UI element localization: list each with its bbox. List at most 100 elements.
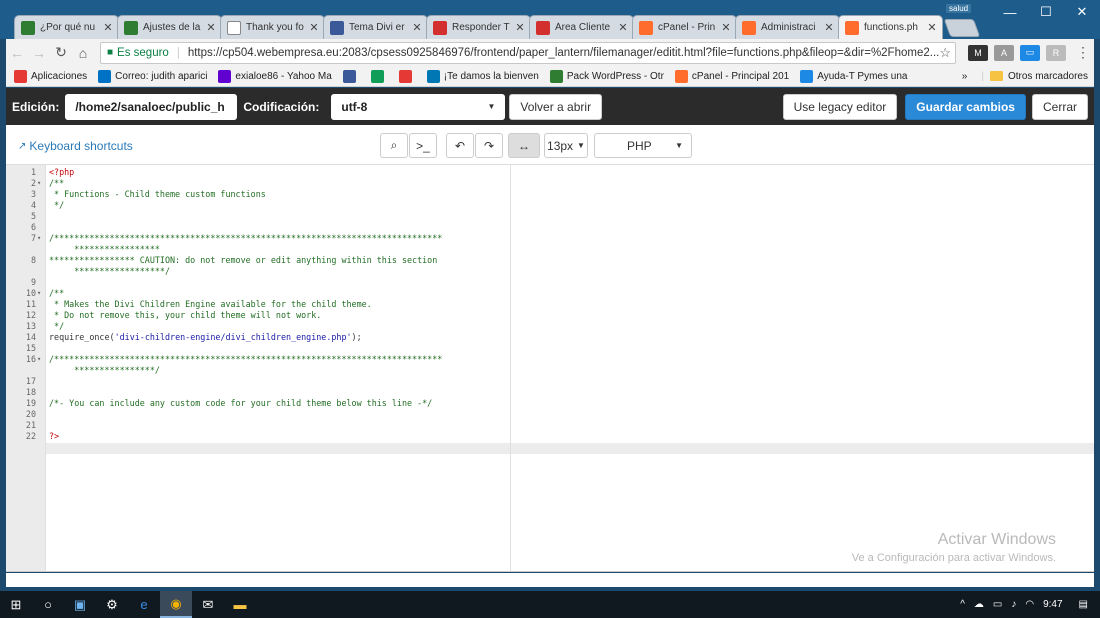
- code-line: 12 * Do not remove this, your child them…: [6, 310, 1094, 321]
- browser-tab[interactable]: ¿Por qué nu ✕: [14, 15, 119, 39]
- back-arrow-icon[interactable]: ←: [6, 45, 28, 61]
- close-tab-icon[interactable]: ✕: [823, 21, 835, 34]
- tab-title: Tema Divi er: [349, 22, 405, 33]
- fold-arrow-icon[interactable]: ▾: [37, 178, 41, 189]
- reopen-button[interactable]: Volver a abrir: [509, 93, 603, 120]
- extension-r-icon[interactable]: R: [1046, 44, 1066, 61]
- line-number: 19: [25, 398, 36, 408]
- browser-tab[interactable]: Thank you fo ✕: [220, 15, 325, 39]
- bookmark-item[interactable]: exialoe86 - Yahoo Ma: [218, 69, 332, 83]
- mode-select[interactable]: PHP ▼: [594, 133, 692, 158]
- bookmark-item[interactable]: Pack WordPress - Otr: [549, 69, 664, 83]
- close-tab-icon[interactable]: ✕: [926, 21, 938, 34]
- close-tab-icon[interactable]: ✕: [720, 21, 732, 34]
- bookmark-item[interactable]: [398, 69, 416, 83]
- settings-gear-icon[interactable]: ⚙: [96, 591, 128, 618]
- browser-toolbar: ← → ↻ ⌂ ■ Es seguro | https://cp504.webe…: [6, 39, 1094, 66]
- wrap-toggle-icon[interactable]: ↔: [508, 133, 540, 158]
- browser-tab[interactable]: cPanel - Prin ✕: [632, 15, 737, 39]
- redo-icon[interactable]: ↷: [475, 133, 503, 158]
- encoding-value: utf-8: [341, 99, 368, 114]
- save-changes-button[interactable]: Guardar cambios: [905, 93, 1026, 120]
- photoshop-icon[interactable]: ▣: [64, 591, 96, 618]
- browser-tab[interactable]: Administraci ✕: [735, 15, 840, 39]
- search-icon[interactable]: ⌕: [380, 133, 408, 158]
- chrome-icon[interactable]: ◉: [160, 591, 192, 618]
- code-text: */: [49, 200, 65, 210]
- file-explorer-icon[interactable]: ▬: [224, 591, 256, 618]
- wifi-icon[interactable]: ◠: [1025, 599, 1034, 610]
- forward-arrow-icon[interactable]: →: [28, 45, 50, 61]
- extension-m-icon[interactable]: M: [968, 44, 988, 61]
- close-tab-icon[interactable]: ✕: [308, 21, 320, 34]
- fold-arrow-icon[interactable]: ▾: [37, 288, 41, 299]
- close-tab-icon[interactable]: ✕: [514, 21, 526, 34]
- bookmark-item[interactable]: cPanel - Principal 201: [674, 69, 789, 83]
- line-number: 22: [25, 431, 36, 441]
- close-window-button[interactable]: ✕: [1064, 0, 1100, 24]
- windows-start-icon[interactable]: ⊞: [0, 591, 32, 618]
- reload-icon[interactable]: ↻: [50, 44, 72, 61]
- fold-arrow-icon[interactable]: ▾: [37, 233, 41, 244]
- code-line: 22 ?>: [6, 431, 1094, 442]
- edge-icon[interactable]: e: [128, 591, 160, 618]
- code-line: 18: [6, 387, 1094, 398]
- fold-arrow-icon[interactable]: ▾: [37, 354, 41, 365]
- code-line: 14 require_once('divi-children-engine/div…: [6, 332, 1094, 343]
- close-tab-icon[interactable]: ✕: [102, 21, 114, 34]
- tab-title: functions.ph: [864, 22, 918, 33]
- ayuda-icon: [800, 69, 814, 83]
- code-editor[interactable]: 1 <?php 2 ▾/** 3 * Functions - Child theme c…: [6, 165, 1094, 572]
- line-number: 9: [30, 277, 36, 287]
- close-button[interactable]: Cerrar: [1031, 93, 1088, 120]
- browser-tab[interactable]: Responder T ✕: [426, 15, 531, 39]
- editor-header: Edición: /home2/sanaloec/public_h Codifi…: [6, 88, 1094, 125]
- home-icon[interactable]: ⌂: [72, 45, 94, 61]
- bookmark-item[interactable]: Aplicaciones: [14, 69, 87, 83]
- extension-translate-icon[interactable]: A: [994, 44, 1014, 61]
- volume-icon[interactable]: ♪: [1011, 599, 1016, 610]
- search-circle-icon[interactable]: ○: [32, 591, 64, 618]
- address-bar[interactable]: ■ Es seguro | https://cp504.webempresa.e…: [100, 41, 956, 64]
- code-line: 21: [6, 420, 1094, 431]
- undo-icon[interactable]: ↶: [446, 133, 474, 158]
- other-bookmarks-link[interactable]: Otros marcadores: [1008, 71, 1088, 82]
- bookmarks-overflow-button[interactable]: »: [962, 71, 968, 82]
- windows-activation-title: Activar Windows: [937, 531, 1056, 548]
- browser-tab[interactable]: Tema Divi er ✕: [323, 15, 428, 39]
- browser-tab[interactable]: Ajustes de la ✕: [117, 15, 222, 39]
- encoding-select[interactable]: utf-8 ▼: [331, 93, 506, 120]
- legacy-editor-button[interactable]: Use legacy editor: [782, 93, 898, 120]
- maximize-button[interactable]: ☐: [1028, 0, 1064, 24]
- extension-card-icon[interactable]: ▭: [1020, 44, 1040, 61]
- close-tab-icon[interactable]: ✕: [617, 21, 629, 34]
- menu-dots-icon[interactable]: ⋮: [1072, 44, 1094, 61]
- battery-icon[interactable]: ▭: [993, 599, 1002, 610]
- close-tab-icon[interactable]: ✕: [205, 21, 217, 34]
- line-number: 10: [25, 288, 36, 298]
- cloud-icon[interactable]: ☁: [974, 599, 984, 610]
- code-line: 7 ▾ /*************************************…: [6, 233, 1094, 244]
- clock-time[interactable]: 9:47: [1043, 599, 1062, 610]
- new-tab-button[interactable]: [943, 19, 981, 37]
- minimize-button[interactable]: —: [992, 0, 1028, 24]
- path-field[interactable]: /home2/sanaloec/public_h: [65, 93, 238, 120]
- youtube-icon: [398, 69, 412, 83]
- bookmark-item[interactable]: [342, 69, 360, 83]
- font-size-select[interactable]: 13px ▼: [544, 133, 588, 158]
- bookmark-item[interactable]: ¡Te damos la bienven: [426, 69, 539, 83]
- close-tab-icon[interactable]: ✕: [411, 21, 423, 34]
- browser-tab[interactable]: Área Cliente ✕: [529, 15, 634, 39]
- mail-icon[interactable]: ✉: [192, 591, 224, 618]
- profile-label[interactable]: salud: [946, 4, 972, 13]
- terminal-icon[interactable]: >_: [409, 133, 437, 158]
- code-text: * Functions - Child theme custom functio…: [49, 189, 266, 199]
- keyboard-shortcuts-link[interactable]: ↗ Keyboard shortcuts: [18, 139, 133, 153]
- star-icon[interactable]: ☆: [939, 45, 951, 61]
- notifications-icon[interactable]: ▤: [1079, 599, 1088, 610]
- browser-tab[interactable]: functions.ph ✕: [838, 15, 943, 39]
- bookmark-item[interactable]: Correo: judith aparici: [98, 69, 207, 83]
- bookmark-item[interactable]: [370, 69, 388, 83]
- chevron-up-icon[interactable]: ^: [960, 599, 965, 610]
- bookmark-item[interactable]: Ayuda-T Pymes una: [800, 69, 907, 83]
